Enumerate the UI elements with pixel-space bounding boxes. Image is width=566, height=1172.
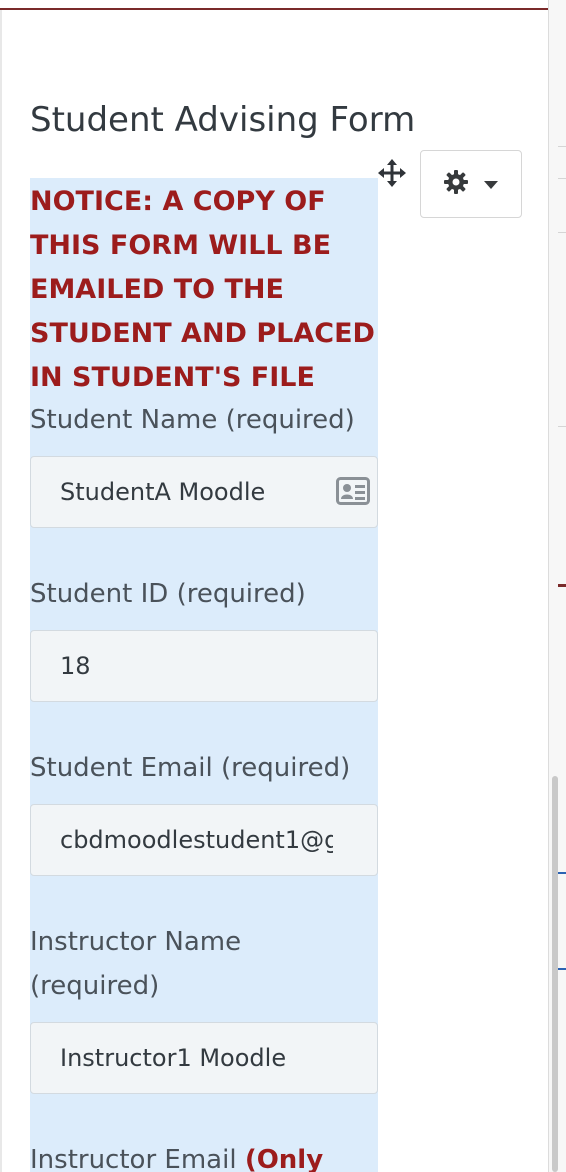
instructor-email-label-main: Instructor Email — [30, 1145, 237, 1172]
instructor-name-label: Instructor Name (required) — [30, 920, 241, 1008]
edge-divider — [558, 232, 566, 233]
student-email-label: Student Email (required) — [30, 753, 351, 783]
left-border — [0, 10, 2, 1172]
instructor-name-label-main: Instructor Name — [30, 927, 242, 957]
page: Student Advising Form NOTICE: A COPY OF … — [0, 0, 566, 1172]
student-id-input[interactable] — [30, 630, 378, 702]
block-actions-button[interactable] — [420, 150, 522, 218]
instructor-name-label-required: (required) — [30, 971, 160, 1001]
contact-card-icon — [336, 476, 370, 506]
move-icon[interactable] — [376, 156, 408, 190]
top-divider — [0, 8, 562, 10]
student-name-label: Student Name (required) — [30, 405, 355, 435]
caret-down-icon — [483, 175, 499, 194]
student-id-label: Student ID (required) — [30, 579, 306, 609]
instructor-email-label-note: (Only — [244, 1145, 324, 1172]
instructor-name-input[interactable] — [30, 1022, 378, 1094]
notice-text: NOTICE: A COPY OF THIS FORM WILL BE EMAI… — [30, 186, 375, 393]
edge-accent-blue — [558, 872, 566, 874]
block-title: Student Advising Form — [30, 100, 416, 140]
edge-accent-blue — [558, 968, 566, 970]
instructor-email-label: Instructor Email (Only — [30, 1138, 323, 1172]
edge-divider — [558, 146, 566, 147]
student-name-input[interactable] — [30, 456, 378, 528]
edge-divider — [558, 178, 566, 179]
gear-icon — [443, 169, 469, 199]
student-email-input[interactable] — [30, 804, 378, 876]
scrollbar[interactable] — [552, 776, 558, 1172]
edge-divider — [558, 426, 566, 427]
edge-accent — [558, 584, 566, 587]
